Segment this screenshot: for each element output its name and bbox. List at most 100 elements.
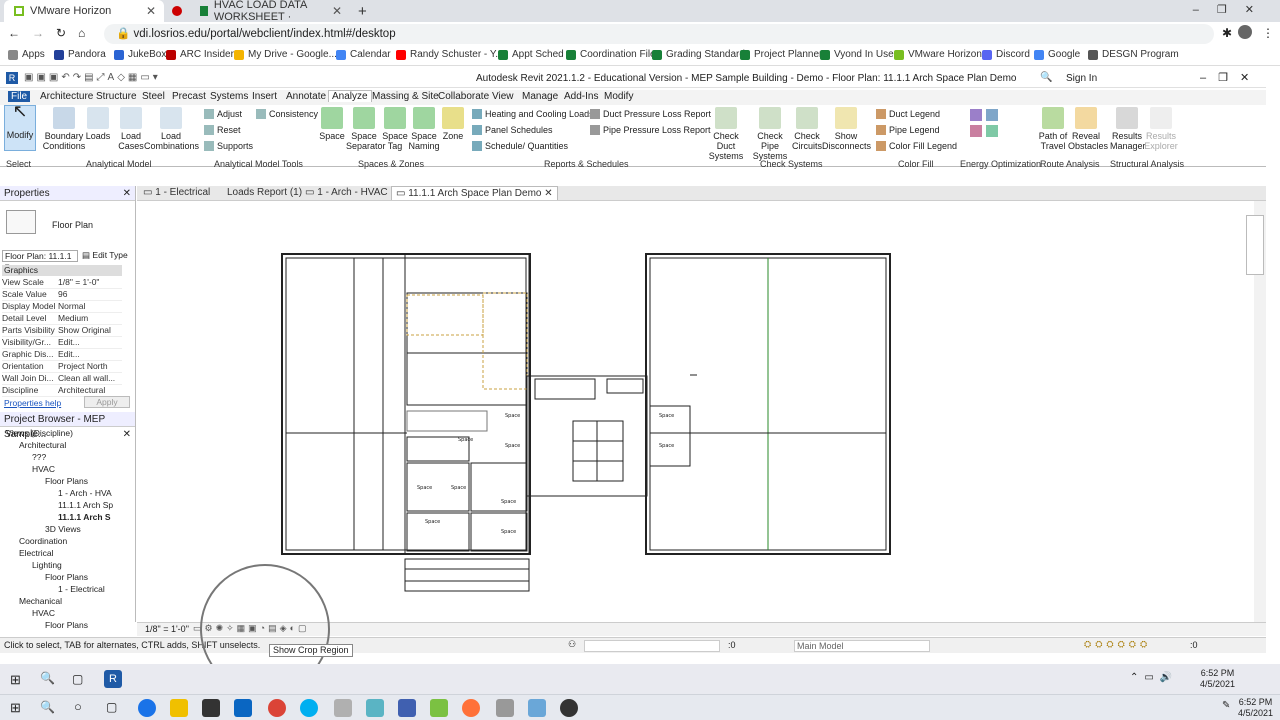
duct-legend-button[interactable]: Duct Legend — [876, 109, 940, 119]
browser-tree-item[interactable]: 3D Views — [45, 524, 81, 534]
tab-collaborate[interactable]: Collaborate — [438, 91, 489, 102]
tab-analyze[interactable]: Analyze — [328, 90, 372, 102]
view-tab-space-plan[interactable]: ▭ 11.1.1 Arch Space Plan Demo ✕ — [391, 186, 558, 200]
tab-systems[interactable]: Systems — [210, 91, 248, 102]
bookmark-jukebox[interactable]: JukeBox — [114, 49, 166, 60]
search-icon[interactable]: 🔍 — [40, 700, 55, 714]
pipe-legend-button[interactable]: Pipe Legend — [876, 125, 940, 135]
browser-tree-item[interactable]: HVAC — [32, 464, 55, 474]
bookmark-drive[interactable]: My Drive - Google... — [234, 49, 337, 60]
app-icon[interactable] — [560, 699, 578, 717]
system-tray[interactable]: ⌃▭🔊 — [1130, 672, 1178, 683]
panel-label[interactable]: Select — [6, 159, 31, 169]
energy-icon[interactable] — [970, 109, 982, 121]
firefox-icon[interactable] — [462, 699, 480, 717]
load-cases-button[interactable]: Load Cases — [116, 107, 146, 151]
browser-tree-item[interactable]: Architectural — [19, 440, 66, 450]
color-fill-legend-button[interactable]: Color Fill Legend — [876, 141, 957, 151]
prop-row[interactable]: Parts Visibility Show Original — [2, 325, 122, 337]
prop-row[interactable]: Scale Value 96 — [2, 289, 122, 301]
tab-view[interactable]: View — [492, 91, 514, 102]
results-manager-button[interactable]: Results Manager — [1110, 107, 1146, 151]
tab-manage[interactable]: Manage — [522, 91, 558, 102]
app-icon[interactable] — [496, 699, 514, 717]
browser-tree-item[interactable]: Floor Plans — [45, 620, 88, 630]
schedule-quantities-button[interactable]: Schedule/ Quantities — [472, 141, 568, 151]
tab-annotate[interactable]: Annotate — [286, 91, 326, 102]
tab-insert[interactable]: Insert — [252, 91, 277, 102]
zone-button[interactable]: Zone — [440, 107, 466, 141]
revit-taskbar-icon[interactable]: R — [104, 670, 122, 688]
back-icon[interactable]: ← — [8, 26, 20, 40]
revit-logo-icon[interactable]: R — [6, 72, 18, 84]
space-separator-button[interactable]: Space Separator — [346, 107, 386, 151]
floor-plan-drawing[interactable]: Space Space Space Space Space Space Spac… — [137, 201, 1254, 622]
model-dropdown[interactable]: Main Model — [794, 640, 930, 652]
workset-icon[interactable]: ⚇ — [568, 639, 576, 650]
edge-icon[interactable] — [138, 699, 156, 717]
start-icon[interactable]: ⊞ — [10, 700, 21, 716]
tab-modify[interactable]: Modify — [604, 91, 633, 102]
task-view-icon[interactable]: ▢ — [72, 672, 83, 686]
close-icon[interactable]: ✕ — [146, 4, 156, 18]
pen-icon[interactable]: ✎ — [1222, 700, 1230, 711]
duct-pressure-button[interactable]: Duct Pressure Loss Report — [590, 109, 711, 119]
bookmark-vyond[interactable]: Vyond In Use — [820, 49, 894, 60]
prop-row[interactable]: View Scale 1/8" = 1'-0" — [2, 277, 122, 289]
view-tab-electrical[interactable]: ▭ 1 - Electrical — [143, 187, 210, 198]
browser-tree-item[interactable]: Views (Discipline) — [6, 428, 73, 438]
panel-schedules-button[interactable]: Panel Schedules — [472, 125, 553, 135]
view-selector[interactable]: Floor Plan: 11.1.1 ▾ — [2, 250, 78, 271]
bookmark-grading[interactable]: Grading Standard — [652, 49, 745, 60]
bookmark-desgn[interactable]: DESGN Program — [1088, 49, 1179, 60]
energy-icon[interactable] — [970, 125, 982, 137]
new-tab-button[interactable]: + — [354, 0, 374, 22]
bookmark-google[interactable]: Google — [1034, 49, 1080, 60]
space-naming-button[interactable]: Space Naming — [408, 107, 440, 151]
edit-type-button[interactable]: ▤ Edit Type — [82, 250, 130, 262]
energy-tools[interactable] — [968, 109, 1024, 151]
navigation-bar[interactable] — [1246, 215, 1264, 275]
skype-icon[interactable] — [300, 699, 318, 717]
energy-icon[interactable] — [986, 125, 998, 137]
browser-tab-vmware[interactable]: VMware Horizon ✕ — [4, 0, 164, 22]
prop-row[interactable]: Wall Join Di... Clean all wall... — [2, 373, 122, 385]
tab-architecture[interactable]: Architecture — [40, 91, 93, 102]
close-icon[interactable]: ✕ — [332, 4, 342, 18]
bookmark-youtube[interactable]: Randy Schuster - Y... — [396, 49, 504, 60]
boundary-conditions-button[interactable]: Boundary Conditions — [42, 107, 86, 151]
pipe-pressure-button[interactable]: Pipe Pressure Loss Report — [590, 125, 711, 135]
calculator-icon[interactable] — [398, 699, 416, 717]
reload-icon[interactable]: ↻ — [56, 26, 66, 40]
vertical-scrollbar[interactable] — [1246, 201, 1266, 622]
space-label[interactable]: Space — [417, 485, 432, 491]
prop-row[interactable]: Orientation Project North — [2, 361, 122, 373]
tab-structure[interactable]: Structure — [96, 91, 137, 102]
browser-tree-item[interactable]: Floor Plans — [45, 476, 88, 486]
extensions-icon[interactable]: ✱ — [1222, 26, 1232, 40]
space-label[interactable]: Space — [501, 499, 516, 505]
bookmark-planner[interactable]: Project Planner — [740, 49, 822, 60]
browser-tree-item[interactable]: 1 - Electrical — [58, 584, 105, 594]
search-icon[interactable]: 🔍 — [40, 671, 55, 685]
browser-tree-item[interactable]: 11.1.1 Arch S — [58, 512, 111, 522]
drawing-canvas[interactable]: Space Space Space Space Space Space Spac… — [137, 201, 1266, 622]
app-icon[interactable] — [334, 699, 352, 717]
browser-tree-item[interactable]: 11.1.1 Arch Sp — [58, 500, 113, 510]
forward-icon[interactable]: → — [32, 26, 44, 40]
reveal-obstacles-button[interactable]: Reveal Obstacles — [1068, 107, 1108, 151]
browser-tree-item[interactable]: Electrical — [19, 548, 53, 558]
bookmark-pandora[interactable]: Pandora — [54, 49, 106, 60]
results-explorer-button[interactable]: Results Explorer — [1144, 107, 1178, 151]
space-label[interactable]: Space — [425, 519, 440, 525]
browser-tree-item[interactable]: ??? — [32, 452, 46, 462]
browser-tab-red[interactable] — [166, 0, 188, 22]
workset-dropdown[interactable] — [584, 640, 720, 652]
selection-filter-icons[interactable]: ⛭⛭⛭⛭⛭⛭ — [1084, 639, 1151, 650]
space-label[interactable]: Space — [659, 413, 674, 419]
space-label[interactable]: Space — [659, 443, 674, 449]
view-scale-label[interactable]: 1/8" = 1'-0" — [145, 624, 189, 634]
modify-button[interactable]: ↖ Modify — [4, 102, 36, 151]
consistency-button[interactable]: Consistency — [256, 109, 318, 119]
space-label[interactable]: Space — [451, 485, 466, 491]
